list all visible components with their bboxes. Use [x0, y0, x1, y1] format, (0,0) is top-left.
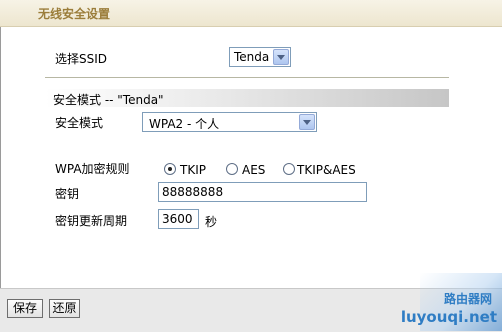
- ssid-label: 选择SSID: [55, 52, 108, 66]
- radio-tkip-aes[interactable]: [283, 163, 295, 175]
- key-renewal-label: 密钥更新周期: [55, 214, 128, 228]
- chevron-down-icon[interactable]: [299, 114, 315, 130]
- page-title: 无线安全设置: [38, 7, 111, 21]
- divider: [45, 77, 449, 78]
- radio-aes-label: AES: [242, 163, 266, 177]
- section-header-bar: 安全模式 -- "Tenda": [45, 89, 449, 107]
- security-mode-select[interactable]: WPA2 - 个人: [142, 112, 317, 132]
- radio-tkip-aes-label: TKIP&AES: [297, 163, 356, 177]
- restore-button[interactable]: 还原: [49, 299, 80, 318]
- section-header: 安全模式 -- "Tenda": [53, 93, 164, 107]
- security-mode-value: WPA2 - 个人: [149, 117, 220, 131]
- key-input[interactable]: 88888888: [158, 182, 367, 202]
- key-label: 密钥: [55, 187, 80, 201]
- left-border: [0, 0, 1, 331]
- key-renewal-unit: 秒: [205, 215, 218, 229]
- security-mode-label: 安全模式: [55, 116, 104, 130]
- ssid-select-value: Tenda: [234, 50, 270, 64]
- key-renewal-input[interactable]: 3600: [158, 209, 199, 229]
- ssid-select[interactable]: Tenda: [229, 47, 291, 67]
- radio-tkip-label: TKIP: [180, 163, 206, 177]
- radio-aes[interactable]: [226, 163, 238, 175]
- page-title-bar: 无线安全设置: [0, 0, 502, 27]
- radio-tkip[interactable]: [164, 163, 176, 175]
- save-button[interactable]: 保存: [7, 299, 43, 318]
- watermark-cn: 路由器网: [443, 292, 492, 306]
- encryption-label: WPA加密规则: [55, 162, 130, 176]
- chevron-down-icon[interactable]: [273, 49, 289, 65]
- watermark-en: luyouqi.net: [400, 308, 497, 326]
